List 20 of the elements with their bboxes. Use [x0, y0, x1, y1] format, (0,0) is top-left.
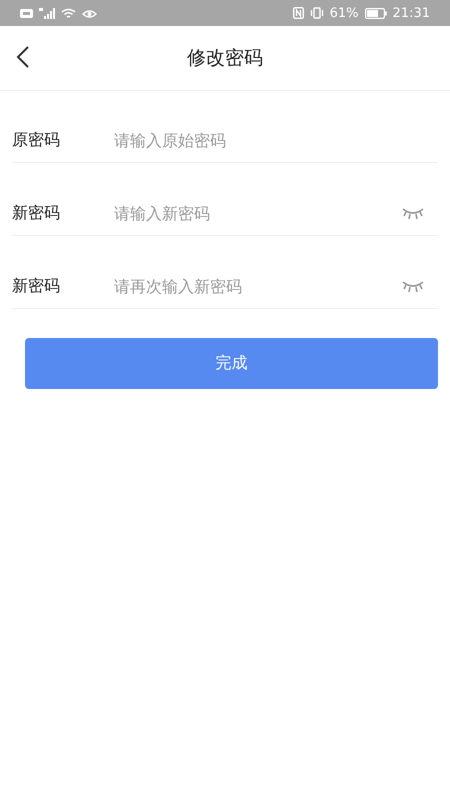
back-button[interactable]: [16, 45, 30, 69]
eye-icon: [82, 8, 97, 18]
battery-percent: 61%: [330, 6, 359, 20]
nfc-icon: [292, 7, 304, 19]
field-label: 新密码: [12, 203, 61, 224]
closed-eye-icon[interactable]: [402, 206, 424, 220]
submit-button[interactable]: 完成: [25, 338, 438, 389]
closed-eye-icon[interactable]: [402, 280, 424, 294]
hd-icon: [20, 8, 33, 18]
page-title: 修改密码: [187, 46, 263, 71]
password-field[interactable]: 请输入原始密码: [114, 131, 438, 150]
password-field[interactable]: 请输入新密码: [114, 204, 402, 223]
field-label: 原密码: [12, 130, 61, 151]
wifi-icon: [61, 8, 76, 18]
field-label: 新密码: [12, 276, 61, 297]
battery-icon: [364, 8, 387, 18]
signal-icon: [39, 8, 55, 18]
clock: 21:31: [392, 6, 430, 20]
password-field[interactable]: 请再次输入新密码: [114, 277, 402, 296]
vibrate-icon: [310, 7, 324, 19]
